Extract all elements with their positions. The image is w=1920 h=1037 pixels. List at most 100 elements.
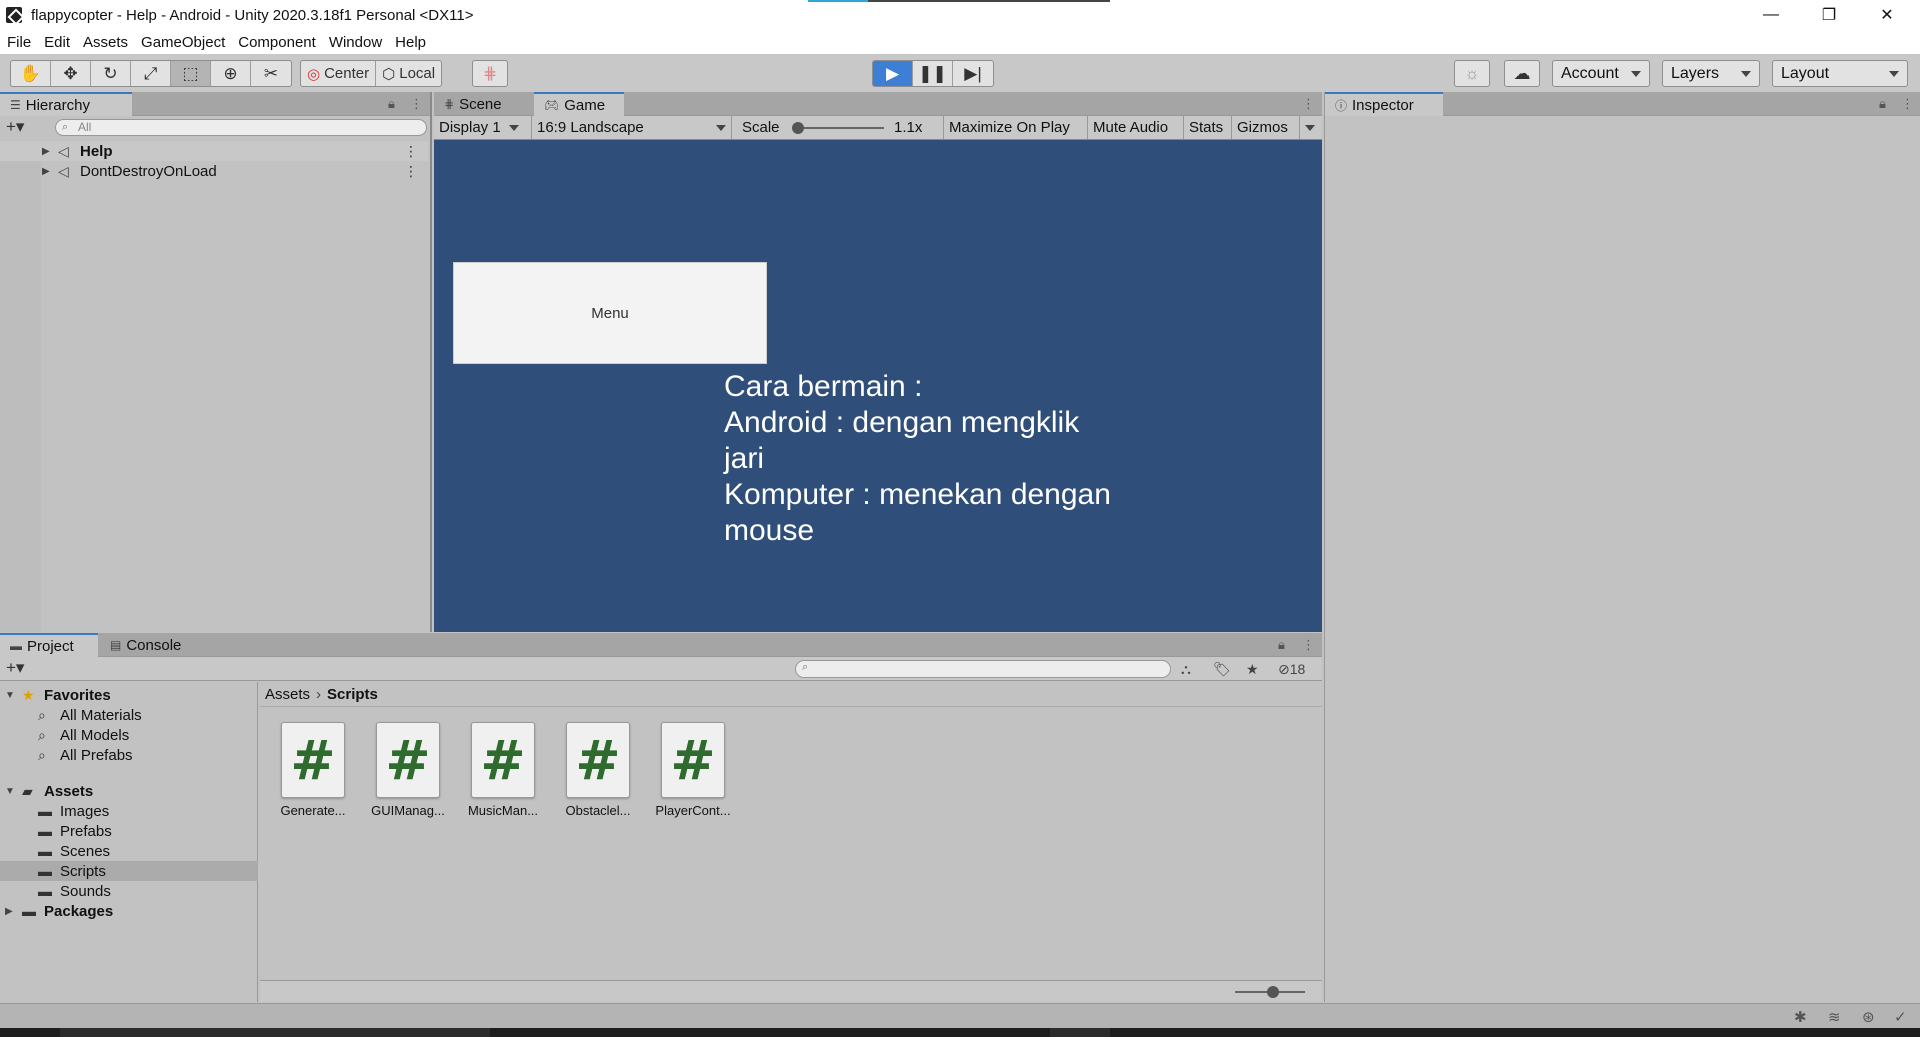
scale-tool-icon[interactable]: ⤢ [131,61,171,86]
scale-slider[interactable] [794,127,884,129]
expand-arrow-icon[interactable]: ▶ [42,146,50,157]
expand-arrow-icon[interactable]: ▶ [5,906,13,917]
gizmos-dropdown[interactable] [1300,116,1322,139]
pivot-icon: ◎ [307,65,321,83]
layers-dropdown[interactable]: Layers [1662,60,1760,87]
tab-console[interactable]: ▤ Console [100,633,200,657]
create-dropdown-button[interactable]: +▾ [6,658,24,678]
layout-dropdown[interactable]: Layout [1772,60,1908,87]
asset-script-file[interactable]: # Obstaclel... [549,722,639,822]
stats-toggle[interactable]: Stats [1184,116,1232,139]
create-dropdown-button[interactable]: +▾ [6,117,24,137]
menu-gameobject[interactable]: GameObject [141,34,225,51]
icon-size-slider-handle[interactable] [1267,986,1279,998]
maximize-button[interactable]: ❐ [1800,0,1858,30]
taskbar-item[interactable] [60,1028,490,1037]
more-options-icon[interactable]: ⋮ [1302,637,1315,653]
hierarchy-item-dontdestroyonload[interactable]: ▶ ◁ DontDestroyOnLoad ⋮ [0,161,428,181]
breadcrumb-assets[interactable]: Assets [265,686,310,703]
taskbar-item[interactable] [1050,1028,1110,1037]
hand-tool-icon[interactable]: ✋ [11,61,51,86]
tree-item-scripts[interactable]: ▬ Scripts [0,861,258,881]
asset-script-file[interactable]: # PlayerCont... [644,722,734,822]
hierarchy-search-input[interactable]: ⌕ All [55,119,427,136]
tab-inspector[interactable]: ⓘ Inspector [1325,92,1443,116]
search-by-label-icon[interactable]: 🏷︎ [1213,661,1231,678]
favorite-star-icon[interactable]: ★ [1246,661,1259,678]
more-options-icon[interactable]: ⋮ [404,143,418,160]
tree-item-favorites[interactable]: ▼ ★ Favorites [0,685,258,705]
pivot-local-button[interactable]: ⬡ Local [376,61,441,86]
tree-item-all-prefabs[interactable]: ⌕ All Prefabs [0,745,258,765]
menu-button[interactable]: Menu [453,262,767,364]
collapse-arrow-icon[interactable]: ▼ [5,786,15,797]
tab-hierarchy[interactable]: ☰ Hierarchy [0,92,132,116]
tree-item-label: Images [60,802,110,820]
breadcrumb-scripts[interactable]: Scripts [327,686,378,703]
tree-item-label: Favorites [44,686,111,704]
transform-tool-icon[interactable]: ⊕ [211,61,251,86]
hidden-packages-toggle[interactable]: ⊘18 [1278,661,1305,678]
lock-icon[interactable]: 🔒︎ [388,96,395,112]
tree-item-all-models[interactable]: ⌕ All Models [0,725,258,745]
check-circle-icon[interactable]: ✓ [1894,1008,1907,1026]
rotate-tool-icon[interactable]: ↻ [91,61,131,86]
gizmos-toggle[interactable]: Gizmos [1232,116,1300,139]
services-button[interactable]: ☼ [1454,60,1490,87]
search-by-type-icon[interactable]: ⛬ [1181,661,1191,678]
tree-item-all-materials[interactable]: ⌕ All Materials [0,705,258,725]
mute-audio-toggle[interactable]: Mute Audio [1088,116,1184,139]
more-options-icon[interactable]: ⋮ [404,163,418,180]
more-options-icon[interactable]: ⋮ [410,96,423,112]
expand-arrow-icon[interactable]: ▶ [42,166,50,177]
custom-tool-icon[interactable]: ✂ [251,61,291,86]
play-button[interactable]: ▶ [873,61,913,86]
csharp-script-icon: # [471,722,535,798]
transform-tools: ✋ ✥ ↻ ⤢ ⬚ ⊕ ✂ [10,60,292,87]
tree-item-assets[interactable]: ▼ ▰ Assets [0,781,258,801]
collab-button[interactable]: ☁ [1504,60,1540,87]
scale-slider-handle[interactable] [792,122,804,134]
hierarchy-item-help[interactable]: ▶ ◁ Help ⋮ [0,141,428,161]
account-dropdown[interactable]: Account [1552,60,1650,87]
move-tool-icon[interactable]: ✥ [51,61,91,86]
pivot-center-button[interactable]: ◎ Center [301,61,377,86]
project-search-input[interactable]: ⌕ [795,660,1171,678]
more-options-icon[interactable]: ⋮ [1302,96,1315,112]
menu-file[interactable]: File [7,34,31,51]
tree-item-scenes[interactable]: ▬ Scenes [0,841,258,861]
tab-hierarchy-label: Hierarchy [25,96,90,114]
lock-icon[interactable]: 🔒︎ [1278,637,1285,653]
pause-button[interactable]: ❚❚ [913,61,953,86]
folder-icon: ▬ [38,823,52,839]
layers-stack-icon[interactable]: ≋ [1828,1008,1841,1026]
maximize-on-play-toggle[interactable]: Maximize On Play [944,116,1088,139]
tree-item-packages[interactable]: ▶ ▬ Packages [0,901,258,921]
tab-game[interactable]: 🎮︎ Game [534,92,624,116]
progress-icon[interactable]: ⊛ [1862,1008,1875,1026]
collapse-arrow-icon[interactable]: ▼ [5,690,15,701]
display-dropdown[interactable]: Display 1 [434,116,532,139]
step-button[interactable]: ▶| [953,61,993,86]
rect-tool-icon[interactable]: ⬚ [171,61,211,86]
tree-item-sounds[interactable]: ▬ Sounds [0,881,258,901]
tree-item-prefabs[interactable]: ▬ Prefabs [0,821,258,841]
close-button[interactable]: ✕ [1858,0,1916,30]
menu-assets[interactable]: Assets [83,34,128,51]
tab-scene[interactable]: ⋕ Scene [434,92,532,116]
asset-script-file[interactable]: # GUIManag... [359,722,449,822]
menu-edit[interactable]: Edit [44,34,70,51]
bug-icon[interactable]: ✱ [1794,1008,1807,1026]
minimize-button[interactable]: — [1742,0,1800,30]
menu-help[interactable]: Help [395,34,426,51]
more-options-icon[interactable]: ⋮ [1901,96,1914,112]
menu-component[interactable]: Component [238,34,316,51]
lock-icon[interactable]: 🔒︎ [1879,96,1886,112]
aspect-dropdown[interactable]: 16:9 Landscape [532,116,732,139]
tree-item-images[interactable]: ▬ Images [0,801,258,821]
asset-script-file[interactable]: # Generate... [264,722,354,822]
grid-snap-toggle[interactable]: ⋕ [472,60,508,87]
asset-script-file[interactable]: # MusicMan... [454,722,544,822]
menu-window[interactable]: Window [329,34,382,51]
tab-project[interactable]: ▬ Project [0,633,98,657]
